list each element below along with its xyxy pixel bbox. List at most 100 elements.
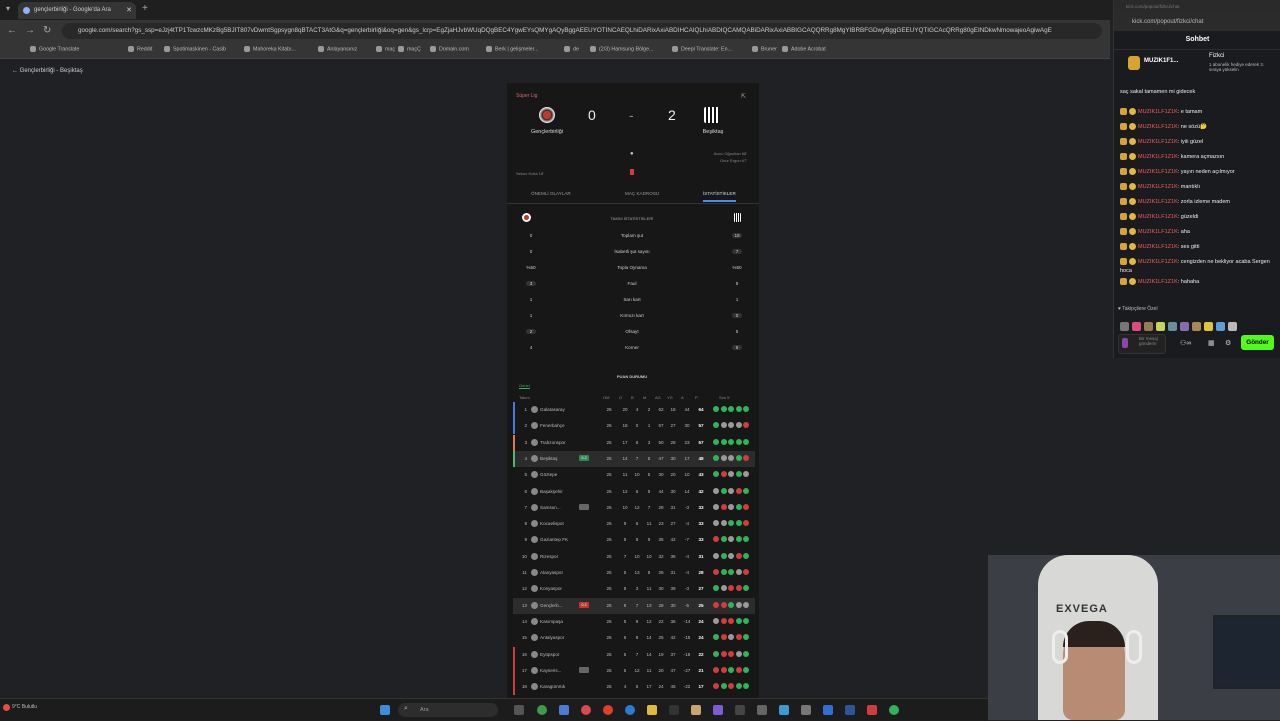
bookmark-item[interactable]: Spotimaskinen - Casib — [164, 46, 226, 52]
chat-address-bar[interactable]: kick.com/popout/fizkci/chat — [1114, 14, 1280, 31]
reload-icon[interactable]: ↻ — [43, 25, 51, 36]
app-icon[interactable] — [757, 705, 767, 715]
standings-tab-general[interactable]: Genel — [519, 383, 530, 389]
chat-username[interactable]: MUZIK1LF1Z1K — [1138, 124, 1178, 130]
streamer-name[interactable]: Fizkci — [1209, 53, 1224, 59]
back-to-match-link[interactable]: ← Gençlerbirliği - Beşiktaş — [12, 68, 83, 74]
discord-icon[interactable] — [713, 705, 723, 715]
chat-message[interactable]: MUZIK1LF1Z1K: mantıklı — [1120, 183, 1276, 192]
standings-row[interactable]: 4 Beşiktaş 0-2 26 14 7 5 47 30 17 48 — [513, 450, 755, 467]
chrome-icon[interactable] — [537, 705, 547, 715]
chat-username[interactable]: MUZIK1LF1Z1K — [1138, 214, 1178, 220]
app-icon[interactable] — [867, 705, 877, 715]
app-icon[interactable] — [669, 705, 679, 715]
chat-username[interactable]: MUZIK1LF1Z1K — [1138, 279, 1178, 285]
standings-row[interactable]: 2 Fenerbahçe 26 18 0 1 57 27 30 57 — [513, 418, 755, 435]
home-team-name[interactable]: Gençlerbirliği — [517, 129, 577, 135]
opera-icon[interactable] — [603, 705, 613, 715]
app-icon[interactable] — [691, 705, 701, 715]
standings-row[interactable]: 10 Rizespor 26 7 10 10 32 36 -4 31 — [513, 549, 755, 565]
standings-row[interactable]: 16 Eyüpspor 26 5 7 14 19 37 -18 22 — [513, 646, 755, 663]
chat-message[interactable]: saç sakal tamamen mi gidecek — [1120, 88, 1276, 97]
bookmark-item[interactable]: (2/3) Hamsung Bölge... — [590, 46, 653, 52]
app-icon[interactable] — [559, 705, 569, 715]
standings-row[interactable]: 7 Samsun... 26 10 12 7 28 31 -3 33 — [513, 500, 755, 516]
chat-message[interactable]: MUZIK1LF1Z1K: ses gitti — [1120, 243, 1276, 252]
browser-tab[interactable]: gençlerbirliği - Google'da Ara ✕ — [18, 2, 136, 19]
standings-row[interactable]: 12 Konyaspor 26 8 3 11 30 39 -3 27 — [513, 581, 755, 597]
file-explorer-icon[interactable] — [647, 705, 657, 715]
bookmark-item[interactable]: Domain.com — [430, 46, 469, 52]
chat-username[interactable]: MUZIK1LF1Z1K — [1138, 244, 1178, 250]
standings-row[interactable]: 6 Başakşehir 26 12 6 8 44 30 14 42 — [513, 484, 755, 500]
new-tab-button[interactable]: + — [142, 3, 148, 14]
bookmark-item[interactable]: de — [564, 46, 579, 52]
tab-lineups[interactable]: MAÇ KADROSU — [625, 191, 659, 196]
send-button[interactable]: Gönder — [1241, 335, 1274, 350]
emote-icon[interactable] — [1180, 322, 1189, 331]
bookmark-item[interactable]: maçÇ — [398, 46, 421, 52]
emote-icon[interactable] — [1144, 322, 1153, 331]
standings-row[interactable]: 15 Antalyaspor 26 6 8 14 25 42 -15 24 — [513, 630, 755, 646]
pinned-gifter[interactable]: MUZIK1F1... — [1144, 58, 1178, 64]
standings-row[interactable]: 3 Trabzonspor 26 17 6 3 50 28 23 57 — [513, 434, 755, 451]
chat-username[interactable]: MUZIK1LF1Z1K — [1138, 259, 1178, 265]
chat-message[interactable]: MUZIK1LF1Z1K: ne sözü🤔 — [1120, 123, 1276, 132]
chat-username[interactable]: MUZIK1LF1Z1K — [1138, 199, 1178, 205]
chat-username[interactable]: MUZIK1LF1Z1K — [1138, 229, 1178, 235]
emote-icon[interactable] — [1204, 322, 1213, 331]
calendar-icon[interactable]: ▦ — [1208, 339, 1215, 347]
word-icon[interactable] — [845, 705, 855, 715]
standings-row[interactable]: 14 Kasımpaşa 26 5 9 12 22 36 -14 24 — [513, 614, 755, 630]
app-icon[interactable] — [823, 705, 833, 715]
away-team-name[interactable]: Beşiktaş — [683, 129, 743, 135]
home-team-crest[interactable] — [539, 107, 555, 123]
bookmark-item[interactable]: Reddit — [128, 46, 152, 52]
chat-message[interactable]: MUZIK1LF1Z1K: cengizden ne bekliyor acab… — [1120, 258, 1276, 276]
chat-username[interactable]: MUZIK1LF1Z1K — [1138, 184, 1178, 190]
standings-row[interactable]: 13 Gençlerb... 0-2 26 8 7 13 28 30 -5 25 — [513, 597, 755, 614]
task-view-icon[interactable] — [514, 705, 524, 715]
emote-icon[interactable] — [1192, 322, 1201, 331]
bookmark-item[interactable]: Mahoreka Kitabı... — [244, 46, 296, 52]
app-icon[interactable] — [801, 705, 811, 715]
standings-row[interactable]: 17 Kayseris... 26 5 12 11 20 47 -27 21 — [513, 662, 755, 679]
emote-icon[interactable] — [1168, 322, 1177, 331]
standings-row[interactable]: 9 Gaziantep FK 26 8 9 9 35 42 -7 33 — [513, 532, 755, 548]
emote-icon[interactable] — [1132, 322, 1141, 331]
bookmark-item[interactable]: maç — [376, 46, 395, 52]
vscode-icon[interactable] — [779, 705, 789, 715]
league-name[interactable]: Süper Lig — [516, 93, 537, 99]
users-icon[interactable]: ⚇∞ — [1180, 339, 1191, 347]
chat-message[interactable]: MUZIK1LF1Z1K: e tamam — [1120, 108, 1276, 117]
bookmark-item[interactable]: Berk | gelişmeler... — [486, 46, 538, 52]
chat-message[interactable]: MUZIK1LF1Z1K: aha — [1120, 228, 1276, 237]
bookmark-item[interactable]: Google Translate — [30, 46, 79, 52]
chat-username[interactable]: MUZIK1LF1Z1K — [1138, 139, 1178, 145]
tab-key-events[interactable]: ÖNEMLİ OLAYLAR — [531, 191, 571, 196]
chat-message[interactable]: MUZIK1LF1Z1K: yayın neden açılmıyor — [1120, 168, 1276, 177]
windows-start-icon[interactable] — [380, 705, 390, 715]
emote-icon[interactable] — [1120, 322, 1129, 331]
edge-icon[interactable] — [625, 705, 635, 715]
bookmark-item[interactable]: Adobe Acrobat — [782, 46, 826, 52]
emote-icon[interactable] — [1156, 322, 1165, 331]
standings-row[interactable]: 8 Kocaelispor 26 9 6 11 23 27 -4 33 — [513, 516, 755, 532]
chat-message[interactable]: MUZIK1LF1Z1K: kamera açmazsın — [1120, 153, 1276, 162]
emote-icon[interactable] — [1228, 322, 1237, 331]
chat-input[interactable]: Bir mesaj gönderin — [1118, 334, 1166, 354]
standings-row[interactable]: 18 Karagümrük 26 4 5 17 24 46 -22 17 — [513, 679, 755, 696]
forward-arrow-icon[interactable]: → — [25, 25, 35, 36]
chat-username[interactable]: MUZIK1LF1Z1K — [1138, 154, 1178, 160]
chat-message[interactable]: MUZIK1LF1Z1K: güzeldi — [1120, 213, 1276, 222]
tab-statistics[interactable]: İSTATİSTİKLER — [703, 191, 736, 202]
standings-row[interactable]: 11 Alanyaspor 26 5 13 8 28 31 -4 28 — [513, 565, 755, 581]
bookmark-item[interactable]: Bruner — [752, 46, 777, 52]
app-icon[interactable] — [735, 705, 745, 715]
app-icon[interactable] — [889, 705, 899, 715]
bookmark-item[interactable]: Anlayansınız — [318, 46, 357, 52]
chat-message[interactable]: MUZIK1LF1Z1K: hahaha — [1120, 278, 1276, 287]
chat-username[interactable]: MUZIK1LF1Z1K — [1138, 169, 1178, 175]
tab-close-icon[interactable]: ✕ — [126, 2, 132, 19]
standings-row[interactable]: 1 Galatasaray 26 20 4 2 62 18 44 64 — [513, 402, 755, 418]
